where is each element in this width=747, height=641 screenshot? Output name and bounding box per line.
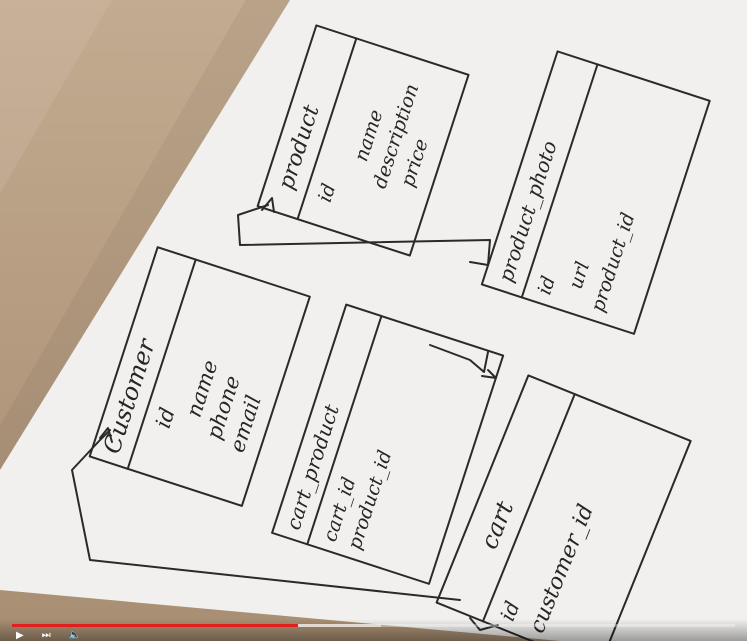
video-progress-fill [12,624,298,627]
volume-icon[interactable]: 🔈 [69,631,81,641]
paper-sheet: product id name description price produc… [0,0,747,641]
video-progress-bar[interactable] [12,624,735,627]
video-player-bar: ▶ ⏭ 🔈 [0,619,747,641]
next-icon[interactable]: ⏭ [42,631,51,641]
paper-surface [0,0,747,641]
play-icon[interactable]: ▶ [16,631,24,641]
player-controls: ▶ ⏭ 🔈 [16,631,81,641]
